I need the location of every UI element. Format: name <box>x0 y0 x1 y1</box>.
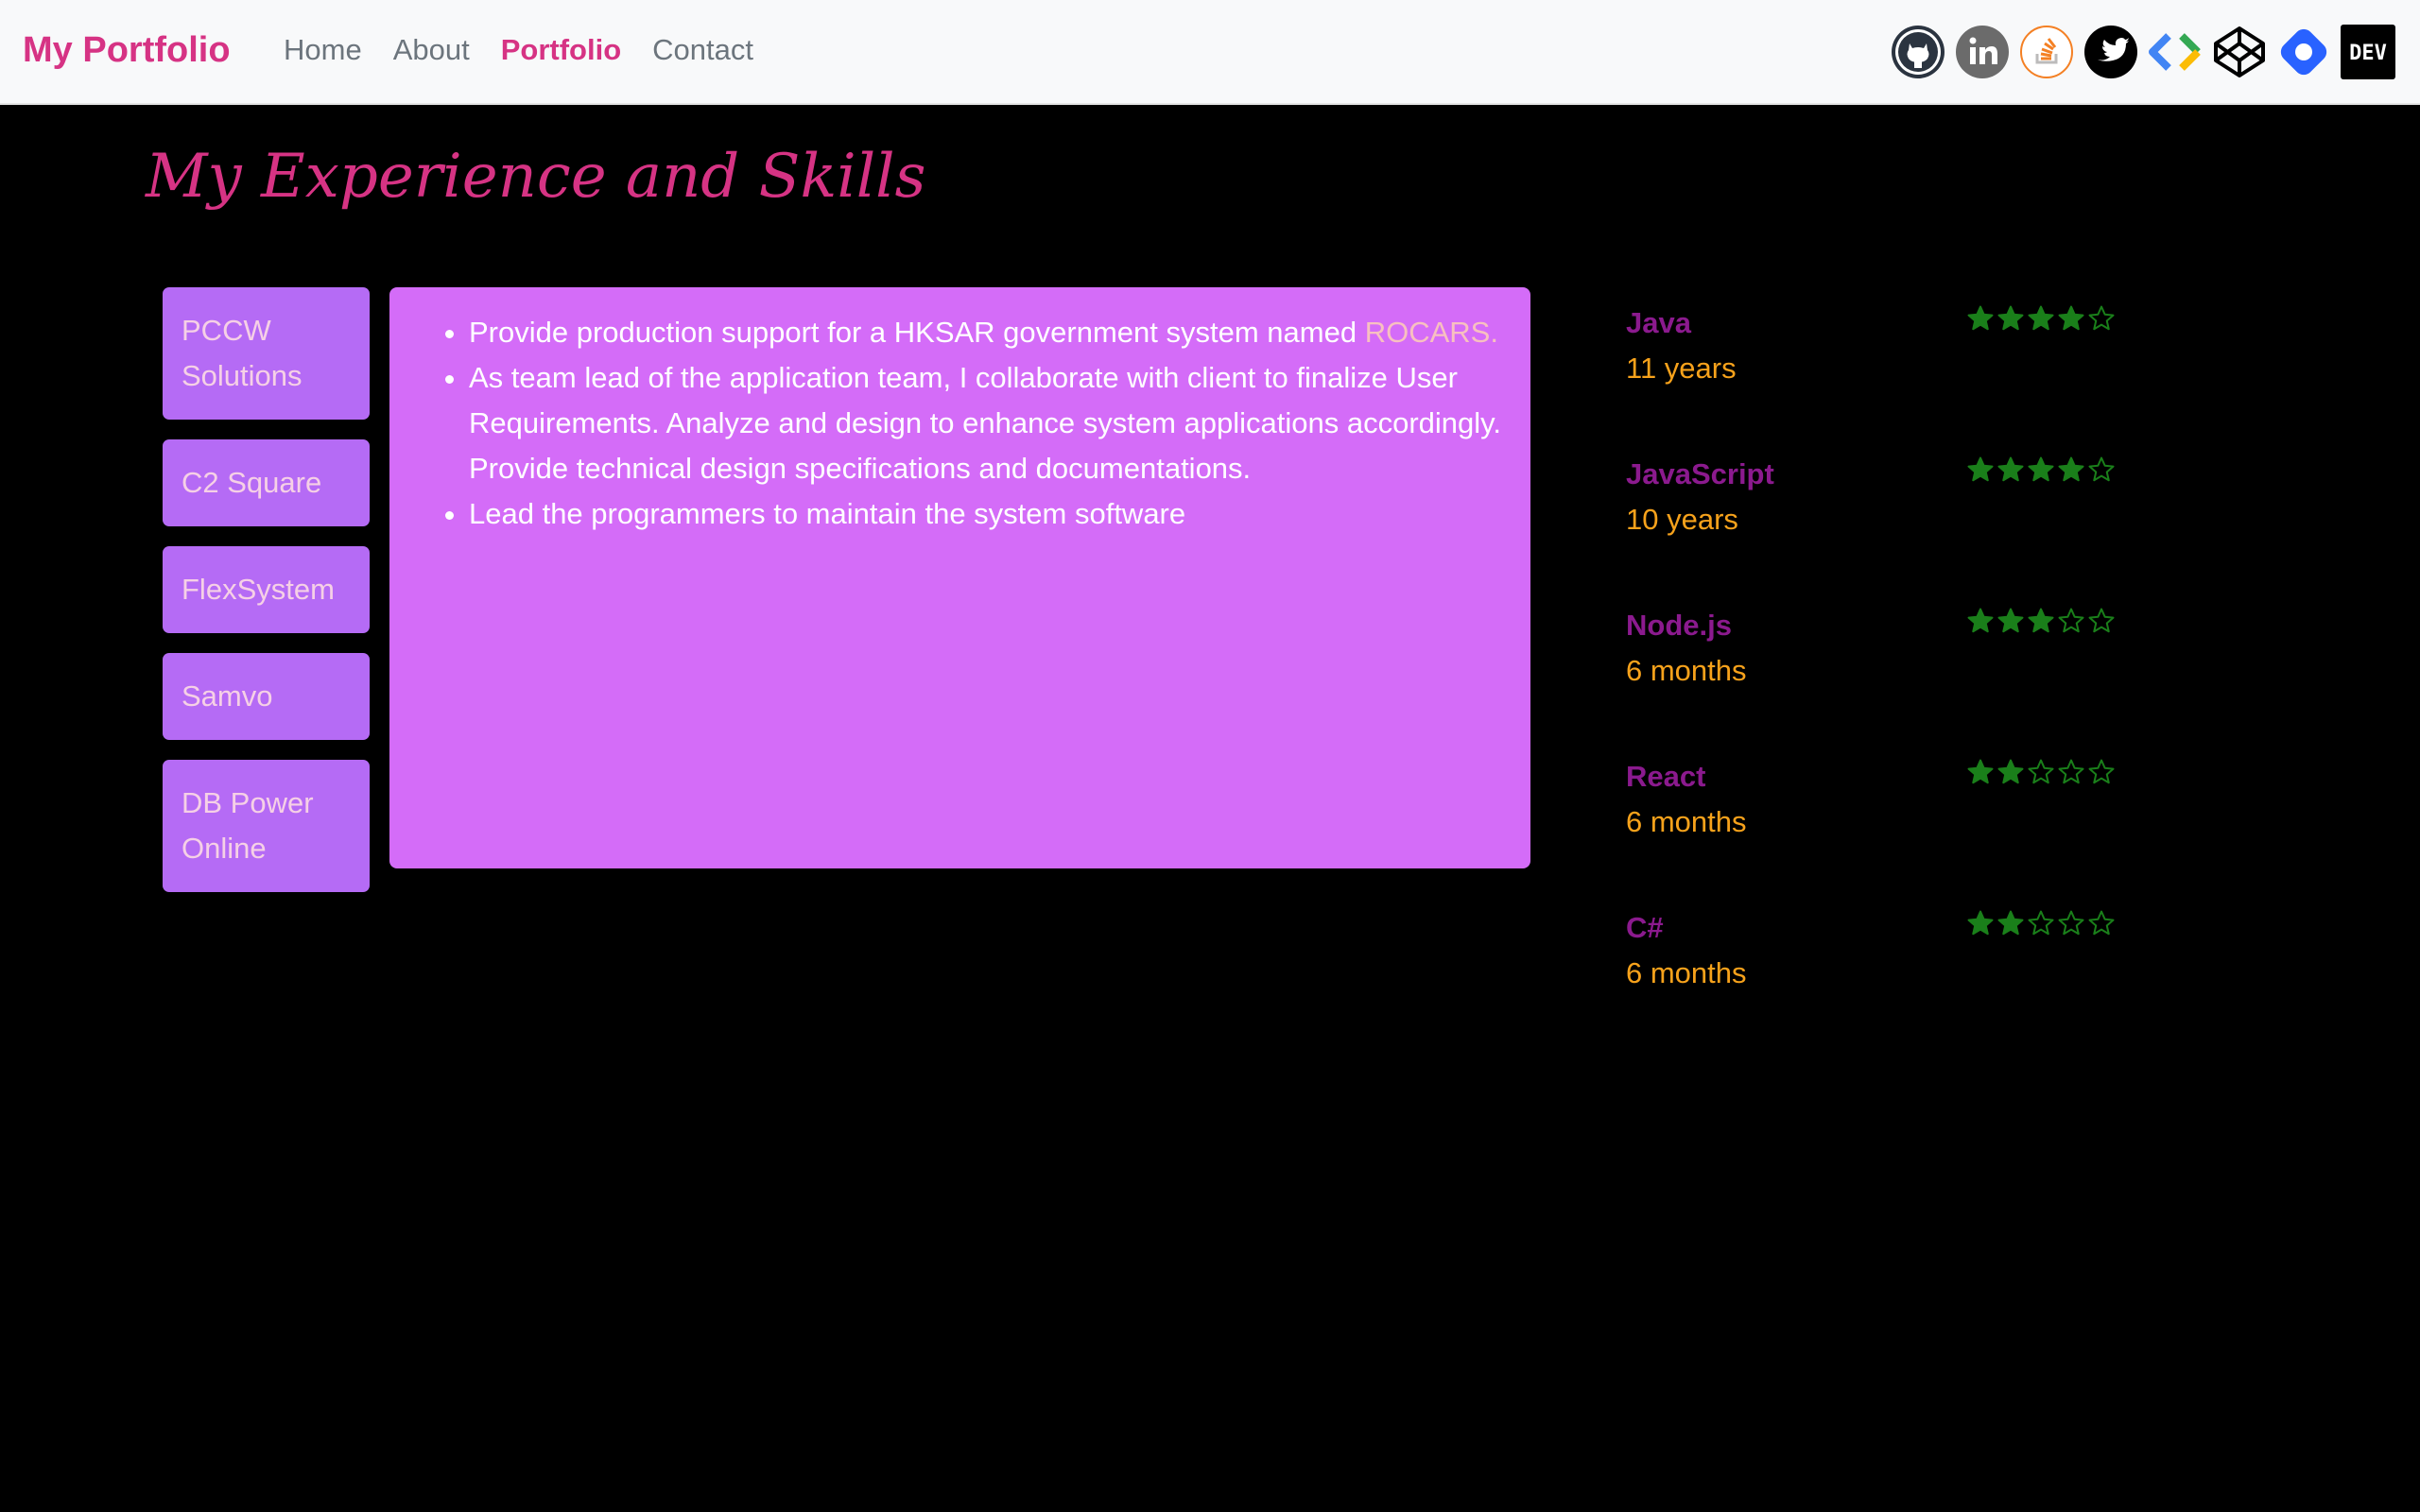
nav-link-contact[interactable]: Contact <box>652 33 753 67</box>
stackoverflow-icon[interactable] <box>2019 25 2074 79</box>
star-rating <box>1966 607 2116 635</box>
skill-duration: 11 years <box>1626 352 1737 385</box>
skill-item: React 6 months <box>1626 754 2118 905</box>
star-filled-icon <box>1997 305 2024 331</box>
skills-list: Java 11 years JavaScript 10 years Node.j… <box>1626 301 2118 1057</box>
tab-db-power-online[interactable]: DB Power Online <box>163 760 370 892</box>
star-filled-icon <box>1997 456 2024 482</box>
star-filled-icon <box>1967 305 1994 331</box>
nav-links: Home About Portfolio Contact <box>284 33 753 67</box>
star-empty-icon <box>2058 608 2084 633</box>
star-filled-icon <box>1967 910 1994 936</box>
star-rating <box>1966 909 2116 937</box>
star-filled-icon <box>1997 608 2024 633</box>
star-filled-icon <box>1997 910 2024 936</box>
star-filled-icon <box>1967 456 1994 482</box>
star-filled-icon <box>1967 608 1994 633</box>
skill-duration: 6 months <box>1626 654 1747 687</box>
google-developers-icon[interactable] <box>2148 25 2203 79</box>
nav-link-portfolio[interactable]: Portfolio <box>501 33 621 67</box>
experience-item: Lead the programmers to maintain the sys… <box>469 491 1521 537</box>
company-tabs: PCCW Solutions C2 Square FlexSystem Samv… <box>163 287 370 912</box>
social-links: DEV <box>1891 25 2395 79</box>
nav-link-about[interactable]: About <box>393 33 470 67</box>
star-empty-icon <box>2088 759 2115 784</box>
star-filled-icon <box>2028 608 2054 633</box>
page-title: My Experience and Skills <box>146 142 926 212</box>
experience-panel: Provide production support for a HKSAR g… <box>389 287 1530 868</box>
hashnode-icon[interactable] <box>2276 25 2331 79</box>
skill-duration: 10 years <box>1626 503 1738 536</box>
star-filled-icon <box>1967 759 1994 784</box>
experience-item-end: . <box>1490 316 1498 349</box>
codepen-icon[interactable] <box>2212 25 2267 79</box>
dev-icon-text: DEV <box>2349 42 2387 65</box>
experience-item: Provide production support for a HKSAR g… <box>469 310 1521 355</box>
experience-item: As team lead of the application team, I … <box>469 355 1521 491</box>
experience-list: Provide production support for a HKSAR g… <box>389 310 1521 537</box>
dev-icon[interactable]: DEV <box>2341 25 2395 79</box>
github-icon[interactable] <box>1891 25 1945 79</box>
skill-item: C# 6 months <box>1626 905 2118 1057</box>
star-filled-icon <box>2028 456 2054 482</box>
navbar: My Portfolio Home About Portfolio Contac… <box>0 0 2420 105</box>
star-filled-icon <box>2058 456 2084 482</box>
star-empty-icon <box>2088 456 2115 482</box>
twitter-icon[interactable] <box>2083 25 2138 79</box>
nav-link-home[interactable]: Home <box>284 33 362 67</box>
star-empty-icon <box>2028 759 2054 784</box>
skill-item: JavaScript 10 years <box>1626 452 2118 603</box>
tab-c2-square[interactable]: C2 Square <box>163 439 370 526</box>
tab-pccw-solutions[interactable]: PCCW Solutions <box>163 287 370 420</box>
star-filled-icon <box>1997 759 2024 784</box>
skill-duration: 6 months <box>1626 956 1747 989</box>
star-empty-icon <box>2088 608 2115 633</box>
star-empty-icon <box>2028 910 2054 936</box>
star-filled-icon <box>2028 305 2054 331</box>
skill-duration: 6 months <box>1626 805 1747 838</box>
tab-samvo[interactable]: Samvo <box>163 653 370 740</box>
skill-item: Node.js 6 months <box>1626 603 2118 754</box>
star-empty-icon <box>2058 910 2084 936</box>
star-rating <box>1966 455 2116 484</box>
tab-flexsystem[interactable]: FlexSystem <box>163 546 370 633</box>
star-empty-icon <box>2088 910 2115 936</box>
experience-item-text: Provide production support for a HKSAR g… <box>469 316 1365 349</box>
star-rating <box>1966 758 2116 786</box>
star-empty-icon <box>2088 305 2115 331</box>
linkedin-icon[interactable] <box>1955 25 2010 79</box>
brand-link[interactable]: My Portfolio <box>23 30 231 71</box>
star-rating <box>1966 304 2116 333</box>
skill-item: Java 11 years <box>1626 301 2118 452</box>
rocars-link[interactable]: ROCARS <box>1365 316 1491 349</box>
star-empty-icon <box>2058 759 2084 784</box>
star-filled-icon <box>2058 305 2084 331</box>
